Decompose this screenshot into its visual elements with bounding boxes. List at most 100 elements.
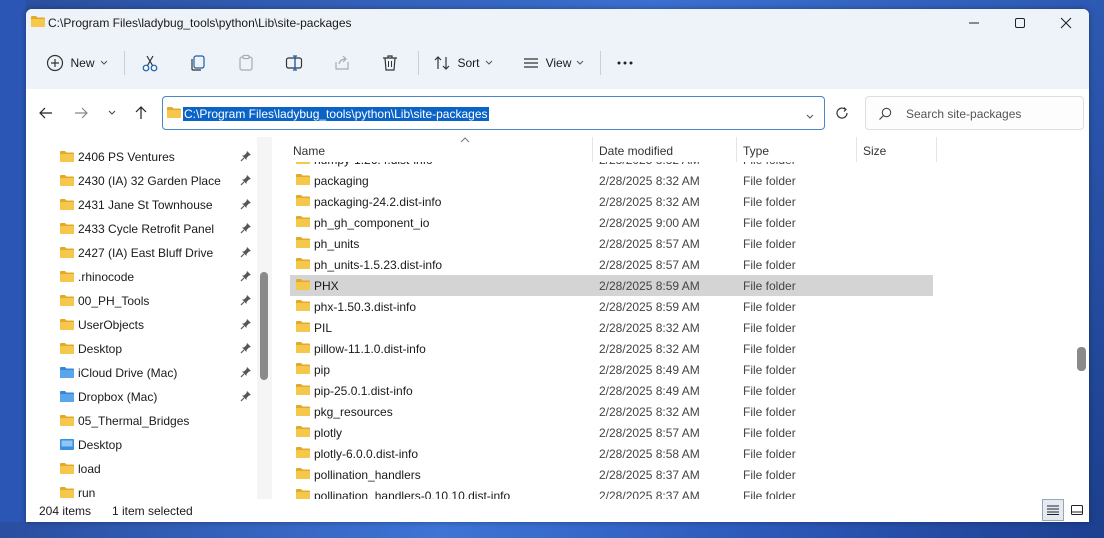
back-button[interactable] bbox=[34, 102, 58, 124]
folder-icon bbox=[60, 270, 74, 285]
file-type: File folder bbox=[743, 426, 796, 440]
file-row[interactable]: pollination_handlers-0.10.10.dist-info 2/… bbox=[290, 485, 933, 499]
column-header-name[interactable]: Name bbox=[290, 137, 592, 162]
sidebar-item[interactable]: 00_PH_Tools bbox=[26, 289, 272, 313]
address-bar[interactable]: C:\Program Files\ladybug_tools\python\Li… bbox=[162, 96, 825, 130]
sidebar-item[interactable]: 2431 Jane St Townhouse bbox=[26, 193, 272, 217]
maximize-button[interactable] bbox=[997, 9, 1043, 37]
tiles-view-icon bbox=[1071, 505, 1083, 515]
scissors-icon bbox=[142, 55, 158, 72]
sidebar-item[interactable]: 2430 (IA) 32 Garden Place bbox=[26, 169, 272, 193]
file-row[interactable]: pkg_resources 2/28/2025 8:32 AM File folde… bbox=[290, 401, 933, 422]
address-path[interactable]: C:\Program Files\ladybug_tools\python\Li… bbox=[183, 107, 489, 121]
cut-button[interactable] bbox=[138, 49, 162, 77]
file-row[interactable]: ph_units 2/28/2025 8:57 AM File folder bbox=[290, 233, 933, 254]
column-header-size[interactable]: Size bbox=[857, 137, 935, 162]
command-bar: New Sort View bbox=[26, 37, 1089, 89]
file-row[interactable]: ph_units-1.5.23.dist-info 2/28/2025 8:57 … bbox=[290, 254, 933, 275]
folder-icon bbox=[296, 425, 310, 440]
rename-button[interactable] bbox=[282, 49, 306, 77]
desktop-icon bbox=[60, 438, 74, 453]
file-row[interactable]: pip-25.0.1.dist-info 2/28/2025 8:49 AM Fil… bbox=[290, 380, 933, 401]
close-button[interactable] bbox=[1043, 9, 1089, 37]
paste-button[interactable] bbox=[234, 49, 258, 77]
file-name: pillow-11.1.0.dist-info bbox=[314, 342, 426, 356]
file-date-modified: 2/28/2025 8:58 AM bbox=[599, 447, 700, 461]
copy-button[interactable] bbox=[186, 49, 210, 77]
desktop-background bbox=[0, 0, 26, 538]
share-button[interactable] bbox=[330, 49, 354, 77]
up-button[interactable] bbox=[129, 102, 153, 124]
navigation-scrollbar[interactable] bbox=[257, 137, 272, 499]
file-name: plotly bbox=[314, 426, 343, 440]
view-button[interactable]: View bbox=[518, 49, 588, 77]
file-row[interactable]: PHX 2/28/2025 8:59 AM File folder bbox=[290, 275, 933, 296]
column-header-date[interactable]: Date modified bbox=[593, 137, 735, 162]
file-row[interactable]: ph_gh_component_io 2/28/2025 9:00 AM File … bbox=[290, 212, 933, 233]
details-view-button[interactable] bbox=[1042, 499, 1064, 521]
toolbar-separator bbox=[600, 51, 601, 75]
column-divider[interactable] bbox=[936, 137, 937, 162]
file-row[interactable]: plotly-6.0.0.dist-info 2/28/2025 8:58 AM F… bbox=[290, 443, 933, 464]
more-options-button[interactable] bbox=[612, 49, 638, 77]
sidebar-item[interactable]: Desktop bbox=[26, 433, 272, 457]
file-date-modified: 2/28/2025 8:59 AM bbox=[599, 300, 700, 314]
folder-icon bbox=[60, 294, 74, 309]
tiles-view-button[interactable] bbox=[1066, 499, 1088, 521]
forward-button[interactable] bbox=[69, 102, 93, 124]
file-row[interactable]: PIL 2/28/2025 8:32 AM File folder bbox=[290, 317, 933, 338]
delete-button[interactable] bbox=[378, 49, 402, 77]
new-button[interactable]: New bbox=[42, 49, 112, 77]
sidebar-item[interactable]: Dropbox (Mac) bbox=[26, 385, 272, 409]
sidebar-item[interactable]: 2406 PS Ventures bbox=[26, 145, 272, 169]
share-icon bbox=[335, 55, 349, 70]
sidebar-item[interactable]: UserObjects bbox=[26, 313, 272, 337]
copy-icon bbox=[191, 55, 205, 71]
minimize-button[interactable] bbox=[951, 9, 997, 37]
sidebar-item-label: 00_PH_Tools bbox=[78, 294, 150, 308]
search-box[interactable]: Search site-packages bbox=[865, 96, 1084, 130]
file-name: ph_units-1.5.23.dist-info bbox=[314, 258, 443, 272]
address-history-dropdown[interactable] bbox=[806, 109, 814, 123]
scrollbar-thumb[interactable] bbox=[260, 272, 268, 380]
scrollbar-thumb[interactable] bbox=[1077, 347, 1086, 371]
item-count: 204 items bbox=[39, 504, 92, 518]
sidebar-item[interactable]: 05_Thermal_Bridges bbox=[26, 409, 272, 433]
sidebar-item[interactable]: .rhinocode bbox=[26, 265, 272, 289]
file-name: plotly-6.0.0.dist-info bbox=[314, 447, 419, 461]
file-date-modified: 2/28/2025 8:37 AM bbox=[599, 468, 700, 482]
sidebar-item[interactable]: 2433 Cycle Retrofit Panel bbox=[26, 217, 272, 241]
recent-locations-button[interactable] bbox=[100, 102, 124, 124]
column-header-type[interactable]: Type bbox=[737, 137, 855, 162]
folder-icon bbox=[60, 414, 74, 429]
file-type: File folder bbox=[743, 216, 796, 230]
file-list-scrollbar[interactable] bbox=[1074, 137, 1089, 499]
file-row[interactable]: numpy-1.26.4.dist-info 2/28/2025 8:32 AM F… bbox=[290, 162, 933, 170]
sidebar-item[interactable]: load bbox=[26, 457, 272, 481]
file-row[interactable]: pillow-11.1.0.dist-info 2/28/2025 8:32 AM… bbox=[290, 338, 933, 359]
file-name: pip-25.0.1.dist-info bbox=[314, 384, 413, 398]
sidebar-item-label: Desktop bbox=[78, 438, 123, 452]
file-row[interactable]: pollination_handlers 2/28/2025 8:37 AM Fil… bbox=[290, 464, 933, 485]
sidebar-item-label: Desktop bbox=[78, 342, 123, 356]
file-row[interactable]: plotly 2/28/2025 8:57 AM File folder bbox=[290, 422, 933, 443]
sidebar-item[interactable]: 2427 (IA) East Bluff Drive bbox=[26, 241, 272, 265]
window-title: C:\Program Files\ladybug_tools\python\Li… bbox=[48, 16, 352, 30]
sort-button[interactable]: Sort bbox=[430, 49, 496, 77]
file-row[interactable]: pip 2/28/2025 8:49 AM File folder bbox=[290, 359, 933, 380]
folder-icon bbox=[296, 257, 310, 272]
file-row[interactable]: phx-1.50.3.dist-info 2/28/2025 8:59 AM Fil… bbox=[290, 296, 933, 317]
file-type: File folder bbox=[743, 363, 796, 377]
file-row[interactable]: packaging-24.2.dist-info 2/28/2025 8:32 A… bbox=[290, 191, 933, 212]
refresh-button[interactable] bbox=[832, 103, 852, 123]
sidebar-item-label: 2431 Jane St Townhouse bbox=[78, 198, 213, 212]
chevron-down-icon bbox=[100, 60, 107, 65]
sidebar-item[interactable]: iCloud Drive (Mac) bbox=[26, 361, 272, 385]
sidebar-item[interactable]: Desktop bbox=[26, 337, 272, 361]
folder-icon bbox=[60, 222, 74, 237]
sidebar-item[interactable]: run bbox=[26, 481, 272, 499]
file-name: numpy-1.26.4.dist-info bbox=[314, 162, 433, 167]
folder-icon bbox=[296, 467, 310, 482]
file-name: pkg_resources bbox=[314, 405, 393, 419]
file-row[interactable]: packaging 2/28/2025 8:32 AM File folder bbox=[290, 170, 933, 191]
